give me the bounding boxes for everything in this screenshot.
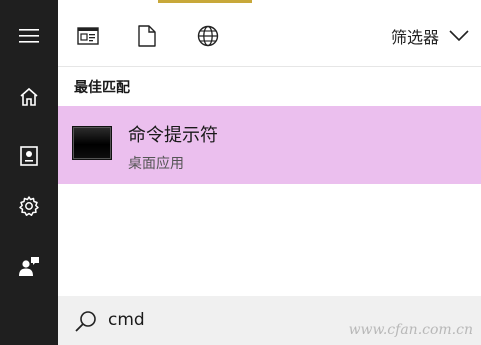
search-panel: 筛选器 最佳匹配 命令提示符 桌面应用 www.cfan.com.cn (58, 0, 481, 345)
filters-label: 筛选器 (390, 28, 439, 47)
feedback-button[interactable] (0, 244, 58, 288)
notebook-button[interactable] (0, 134, 58, 178)
best-match-result[interactable] (58, 106, 481, 184)
feedback-icon (19, 257, 39, 276)
apps-icon (77, 27, 99, 45)
document-icon (138, 25, 156, 47)
menu-button[interactable] (0, 14, 58, 58)
result-type: 桌面应用 (128, 156, 184, 172)
gear-icon (19, 196, 39, 216)
notebook-icon (20, 146, 38, 166)
watermark-text: www.cfan.com.cn (348, 322, 473, 338)
web-filter-button[interactable] (190, 18, 226, 54)
home-icon (20, 87, 38, 106)
start-sidebar (0, 0, 58, 345)
search-icon (74, 309, 98, 333)
result-name: 命令提示符 (128, 125, 218, 146)
documents-filter-button[interactable] (129, 18, 165, 54)
search-input[interactable] (108, 310, 308, 330)
chevron-down-icon (449, 30, 469, 42)
toolbar-divider (58, 66, 481, 67)
command-prompt-app-icon (73, 127, 111, 159)
globe-icon (197, 25, 219, 47)
home-button[interactable] (0, 75, 58, 119)
filter-toolbar: 筛选器 (58, 0, 481, 68)
best-match-heading: 最佳匹配 (74, 80, 130, 96)
filters-dropdown[interactable]: 筛选器 (391, 18, 469, 54)
apps-filter-button[interactable] (70, 18, 106, 54)
settings-button[interactable] (0, 184, 58, 228)
hamburger-menu-icon (19, 29, 39, 43)
